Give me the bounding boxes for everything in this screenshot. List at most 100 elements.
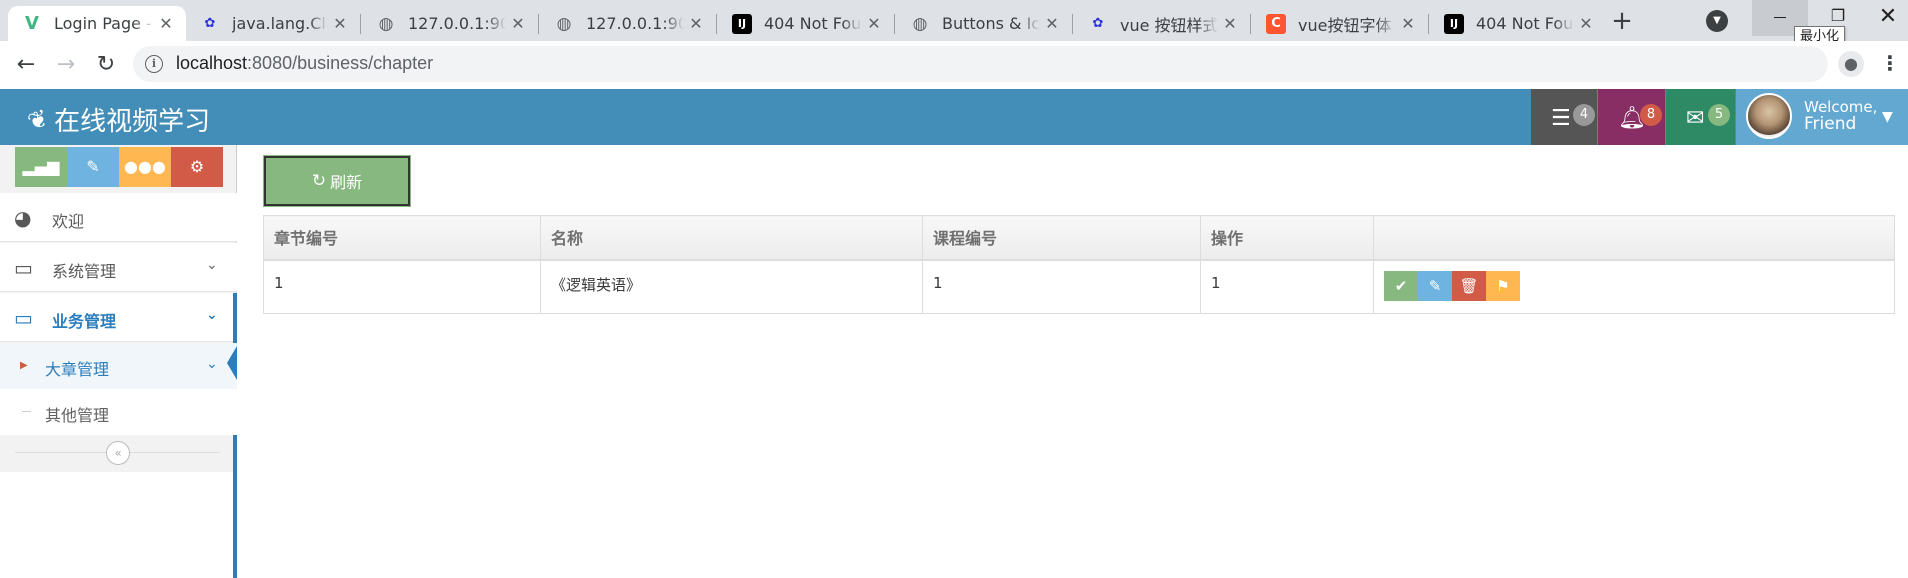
- close-icon[interactable]: ✕: [1040, 14, 1064, 33]
- dashboard-icon: ◕: [14, 206, 32, 230]
- brand[interactable]: ❦ 在线视频学习: [24, 101, 211, 138]
- intellij-icon: IJ: [732, 13, 752, 34]
- column-header: [1373, 215, 1895, 261]
- messages-badge: 5: [1708, 104, 1730, 126]
- tab-divider: [1428, 14, 1429, 34]
- back-icon[interactable]: ←: [12, 51, 40, 79]
- desktop-icon: ▭: [14, 306, 33, 330]
- url-path: :8080/business/chapter: [247, 53, 434, 73]
- refresh-icon: ↻: [311, 171, 327, 191]
- browser-tab-title: 127.0.0.1:900: [408, 14, 506, 33]
- browser-tab[interactable]: C vue按钮字体 ✕: [1252, 6, 1428, 41]
- browser-tab[interactable]: IJ 404 Not Fou ✕: [718, 6, 894, 41]
- messages-menu[interactable]: ✉ 5: [1666, 89, 1735, 145]
- browser-tab-title: vue 按钮样式: [1120, 15, 1218, 35]
- table-header-row: 章节编号 名称 课程编号 操作: [263, 215, 1895, 261]
- close-window-button[interactable]: ✕: [1868, 4, 1908, 36]
- tasks-menu[interactable]: ☰ 4: [1531, 89, 1597, 145]
- csdn-icon: C: [1266, 13, 1286, 34]
- sidebar-subitem-other[interactable]: 其他管理: [0, 389, 237, 435]
- users-icon[interactable]: ●●●: [119, 147, 171, 187]
- tab-divider: [1072, 14, 1073, 34]
- reload-icon[interactable]: ↻: [92, 51, 120, 79]
- refresh-label: 刷新: [330, 173, 363, 192]
- tab-search-icon[interactable]: ▼: [1706, 10, 1728, 32]
- close-icon[interactable]: ✕: [862, 14, 886, 33]
- globe-icon: ◍: [556, 13, 572, 34]
- browser-tab[interactable]: ◍ 127.0.0.1:900 ✕: [540, 6, 716, 41]
- chevron-down-icon: ⌄: [206, 257, 218, 273]
- baidu-icon: ✿: [1092, 16, 1104, 31]
- action-buttons: ✔ ✎ 🗑︎ ⚑: [1384, 270, 1894, 301]
- flag-button[interactable]: ⚑: [1486, 270, 1520, 301]
- sidebar-item-label: 欢迎: [52, 212, 85, 231]
- chevron-down-icon: ⌄: [206, 356, 218, 372]
- browser-tab[interactable]: ✿ vue 按钮样式 ✕: [1074, 6, 1250, 41]
- signal-icon[interactable]: ▂▄▆: [15, 147, 67, 187]
- sidebar-subitem-chapter[interactable]: ▶ 大章管理 ⌄: [0, 343, 237, 389]
- chapter-table: 章节编号 名称 课程编号 操作 1 《逻辑英语》 1 1 ✔ ✎ 🗑︎ ⚑: [263, 215, 1895, 314]
- delete-button[interactable]: 🗑︎: [1452, 270, 1486, 301]
- baidu-icon: ✿: [204, 16, 216, 31]
- info-icon[interactable]: i: [145, 55, 163, 73]
- forward-icon[interactable]: →: [52, 51, 80, 79]
- notifications-menu[interactable]: 🔔︎ 8: [1598, 89, 1665, 145]
- chevron-down-icon: ⌄: [206, 307, 218, 323]
- check-button[interactable]: ✔: [1384, 270, 1418, 301]
- url-host: localhost: [176, 53, 248, 73]
- sidebar-item-system[interactable]: ▭ 系统管理 ⌄: [0, 243, 237, 292]
- browser-tab[interactable]: ◍ 127.0.0.1:900 ✕: [362, 6, 538, 41]
- tab-divider: [538, 14, 539, 34]
- envelope-icon: ✉: [1686, 106, 1705, 131]
- browser-toolbar: ← → ↻ i localhost:8080/business/chapter …: [0, 41, 1908, 89]
- pencil-icon[interactable]: ✎: [67, 147, 119, 187]
- browser-tab-title: Buttons & Ico: [942, 14, 1040, 33]
- browser-tab[interactable]: ✿ java.lang.Clas ✕: [186, 6, 360, 41]
- welcome-text: Welcome, Friend: [1804, 99, 1877, 133]
- user-name: Friend: [1804, 114, 1857, 134]
- sidebar-shortcuts: ▂▄▆ ✎ ●●● ⚙: [15, 147, 223, 187]
- sidebar: ▂▄▆ ✎ ●●● ⚙ ◕ 欢迎 ▭ 系统管理 ⌄ ▭ 业务管理 ⌄ ▶ 大章管…: [0, 145, 237, 578]
- browser-tab[interactable]: ◍ Buttons & Ico ✕: [896, 6, 1072, 41]
- url-text[interactable]: localhost:8080/business/chapter: [176, 53, 433, 74]
- brand-title: 在线视频学习: [54, 107, 211, 137]
- browser-tab-title: 127.0.0.1:900: [586, 14, 684, 33]
- browser-tab-title: 404 Not Fou: [764, 14, 862, 33]
- cogs-icon[interactable]: ⚙: [171, 147, 223, 187]
- tab-divider: [716, 14, 717, 34]
- user-menu[interactable]: Welcome, Friend ▼: [1736, 89, 1908, 145]
- edit-button[interactable]: ✎: [1418, 270, 1452, 301]
- sidebar-subitem-label: 大章管理: [45, 360, 110, 379]
- refresh-button[interactable]: ↻ 刷新: [263, 155, 411, 207]
- sidebar-collapse: «: [0, 433, 237, 472]
- sidebar-item-welcome[interactable]: ◕ 欢迎: [0, 193, 237, 242]
- cell-op: 1: [1200, 259, 1374, 314]
- close-icon[interactable]: ✕: [328, 14, 352, 33]
- tab-divider: [894, 14, 895, 34]
- browser-tab[interactable]: V Login Page - ✕: [8, 6, 186, 41]
- double-chevron-left-icon[interactable]: «: [106, 441, 130, 465]
- close-icon[interactable]: ✕: [684, 14, 708, 33]
- sidebar-item-label: 系统管理: [52, 262, 117, 281]
- tasks-icon: ☰: [1551, 106, 1571, 131]
- close-icon[interactable]: ✕: [506, 14, 530, 33]
- browser-tab[interactable]: IJ 404 Not Fou ✕: [1430, 6, 1606, 41]
- vue-icon: V: [25, 13, 39, 34]
- close-icon[interactable]: ✕: [1574, 14, 1598, 33]
- globe-icon: ◍: [378, 13, 394, 34]
- profile-icon[interactable]: ●: [1838, 51, 1864, 77]
- sidebar-subitem-label: 其他管理: [45, 406, 110, 425]
- app-header: ❦ 在线视频学习 ☰ 4 🔔︎ 8 ✉ 5 Welcome, Friend ▼: [0, 89, 1908, 145]
- menu-kebab-icon[interactable]: ⋮: [1880, 51, 1900, 75]
- desktop-icon: ▭: [14, 256, 33, 280]
- close-icon[interactable]: ✕: [1218, 14, 1242, 33]
- close-icon[interactable]: ✕: [154, 14, 178, 33]
- new-tab-button[interactable]: +: [1608, 7, 1636, 35]
- tasks-badge: 4: [1573, 104, 1595, 126]
- address-bar[interactable]: i localhost:8080/business/chapter ☆: [133, 46, 1828, 82]
- sidebar-item-business[interactable]: ▭ 业务管理 ⌄: [0, 293, 237, 342]
- browser-tab-title: 404 Not Fou: [1476, 14, 1574, 33]
- avatar: [1746, 93, 1792, 139]
- column-header: 操作: [1200, 215, 1374, 261]
- close-icon[interactable]: ✕: [1396, 14, 1420, 33]
